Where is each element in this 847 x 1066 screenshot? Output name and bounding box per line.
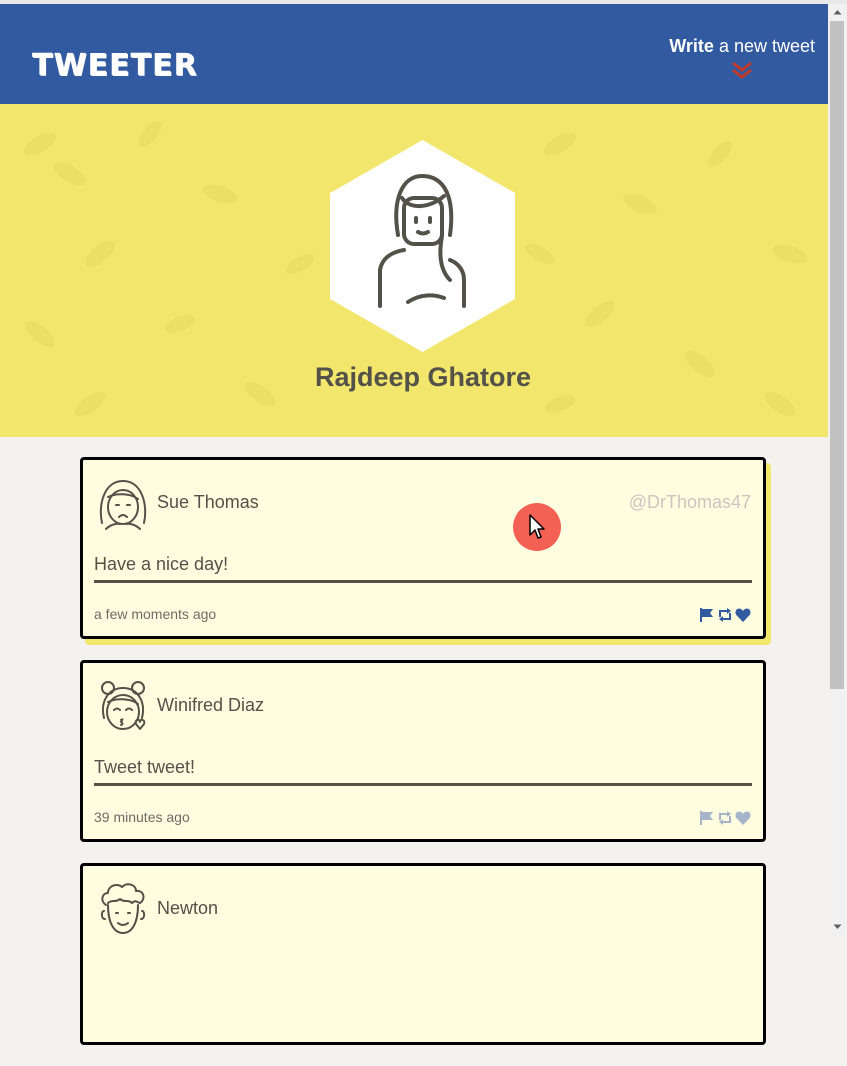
- girl-kiss-avatar-icon: [101, 681, 146, 730]
- profile-header: Rajdeep Ghatore: [0, 104, 828, 437]
- scroll-down-arrow-icon[interactable]: [832, 921, 843, 932]
- tweet-actions: [697, 809, 751, 827]
- curly-man-avatar-icon: [100, 883, 146, 934]
- tweet-text: Tweet tweet!: [94, 757, 752, 786]
- tweet-timestamp: 39 minutes ago: [94, 809, 190, 825]
- tweet-author-name: Sue Thomas: [157, 492, 259, 512]
- tweet-author-handle: @DrThomas47: [628, 492, 751, 512]
- heart-icon[interactable]: [735, 810, 751, 826]
- compose-label-strong: Write: [669, 36, 714, 56]
- mouse-cursor-icon: [529, 514, 545, 539]
- tweet-author-name: Winifred Diaz: [157, 695, 265, 715]
- top-nav: TWEETER Write a new tweet: [0, 4, 828, 104]
- retweet-icon[interactable]: [717, 607, 733, 623]
- compose-label: Write a new tweet: [669, 36, 815, 56]
- tweet-card[interactable]: Sue Thomas @DrThomas47 Have a nice day! …: [80, 457, 766, 639]
- app-logo[interactable]: TWEETER: [32, 48, 198, 83]
- tweet-card[interactable]: Newton: [80, 863, 766, 1045]
- tweet-author-name: Newton: [157, 898, 219, 918]
- compose-label-rest: a new tweet: [713, 36, 815, 56]
- scrollbar-thumb[interactable]: [830, 21, 844, 689]
- flag-icon[interactable]: [699, 810, 715, 826]
- tweet-card[interactable]: Winifred Diaz Tweet tweet! 39 minutes ag…: [80, 660, 766, 842]
- profile-avatar: [330, 140, 515, 352]
- retweet-icon[interactable]: [717, 810, 733, 826]
- chevron-double-down-icon[interactable]: [731, 61, 753, 79]
- scroll-up-arrow-icon[interactable]: [832, 7, 843, 18]
- tweet-list: Sue Thomas @DrThomas47 Have a nice day! …: [80, 457, 766, 1066]
- tweet-text: Have a nice day!: [94, 554, 752, 583]
- tweet-timestamp: a few moments ago: [94, 606, 217, 622]
- girl-avatar-icon: [99, 480, 147, 530]
- vertical-scrollbar[interactable]: [828, 4, 847, 935]
- profile-name: Rajdeep Ghatore: [314, 362, 532, 392]
- tweet-actions: [697, 606, 751, 624]
- heart-icon[interactable]: [735, 607, 751, 623]
- flag-icon[interactable]: [699, 607, 715, 623]
- compose-toggle[interactable]: Write a new tweet: [669, 36, 815, 79]
